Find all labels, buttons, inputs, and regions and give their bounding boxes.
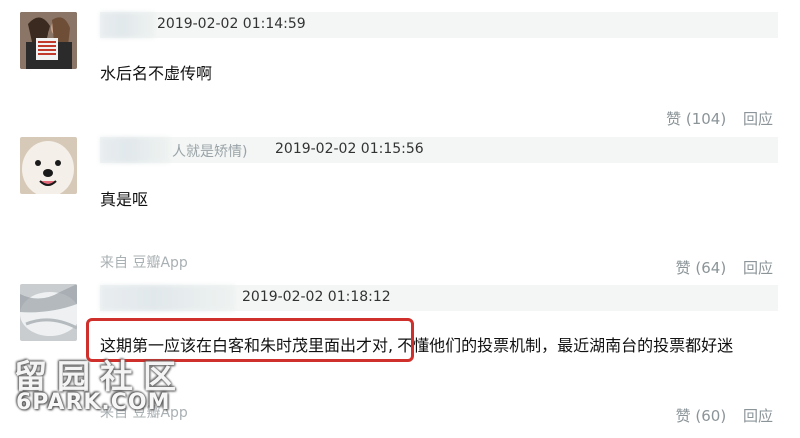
comment-timestamp: 2019-02-02 01:14:59 <box>157 16 306 32</box>
like-button[interactable]: 赞 (104) <box>666 110 726 128</box>
comment-timestamp: 2019-02-02 01:15:56 <box>275 141 424 157</box>
comment-actions: 赞 (60) 回应 <box>664 405 773 426</box>
comment-timestamp: 2019-02-02 01:18:12 <box>242 289 391 305</box>
comment-actions: 赞 (104) 回应 <box>654 108 773 129</box>
author-name-blurred[interactable] <box>100 285 235 311</box>
comment-meta-bar: 2019-02-02 01:18:12 <box>100 285 778 311</box>
cat-avatar-icon <box>20 284 77 341</box>
comment-meta-bar: 2019-02-02 01:14:59 <box>100 12 778 38</box>
author-name-blurred[interactable] <box>100 137 170 163</box>
comment-text: 水后名不虚传啊 <box>100 64 213 83</box>
avatar[interactable] <box>20 137 77 194</box>
like-button[interactable]: 赞 (60) <box>676 407 727 425</box>
comment-item-1: 2019-02-02 01:14:59 水后名不虚传啊 赞 (104) 回应 <box>0 0 800 130</box>
reply-button[interactable]: 回应 <box>743 259 773 277</box>
avatar[interactable] <box>20 12 77 69</box>
comment-text: 真是呕 <box>100 190 149 209</box>
comment-text-rest: 不懂他们的投票机制，最近湖南台的投票都好迷 <box>397 336 734 355</box>
comment-meta-bar: 人就是矫情) 2019-02-02 01:15:56 <box>100 137 778 163</box>
site-watermark: 留园社区 6PARK.COM <box>8 350 193 420</box>
reply-button[interactable]: 回应 <box>743 110 773 128</box>
avatar-photo-icon <box>20 12 77 69</box>
avatar[interactable] <box>20 284 77 341</box>
watermark-domain: 6PARK.COM <box>16 390 171 415</box>
author-name-tail[interactable]: 人就是矫情) <box>172 141 247 161</box>
comment-actions: 赞 (64) 回应 <box>664 257 773 278</box>
comment-source: 来自 豆瓣App <box>100 255 188 271</box>
dog-avatar-icon <box>20 137 77 194</box>
reply-button[interactable]: 回应 <box>743 407 773 425</box>
author-name-blurred[interactable] <box>100 12 155 38</box>
like-button[interactable]: 赞 (64) <box>676 259 727 277</box>
comment-item-2: 人就是矫情) 2019-02-02 01:15:56 真是呕 来自 豆瓣App … <box>0 130 800 280</box>
